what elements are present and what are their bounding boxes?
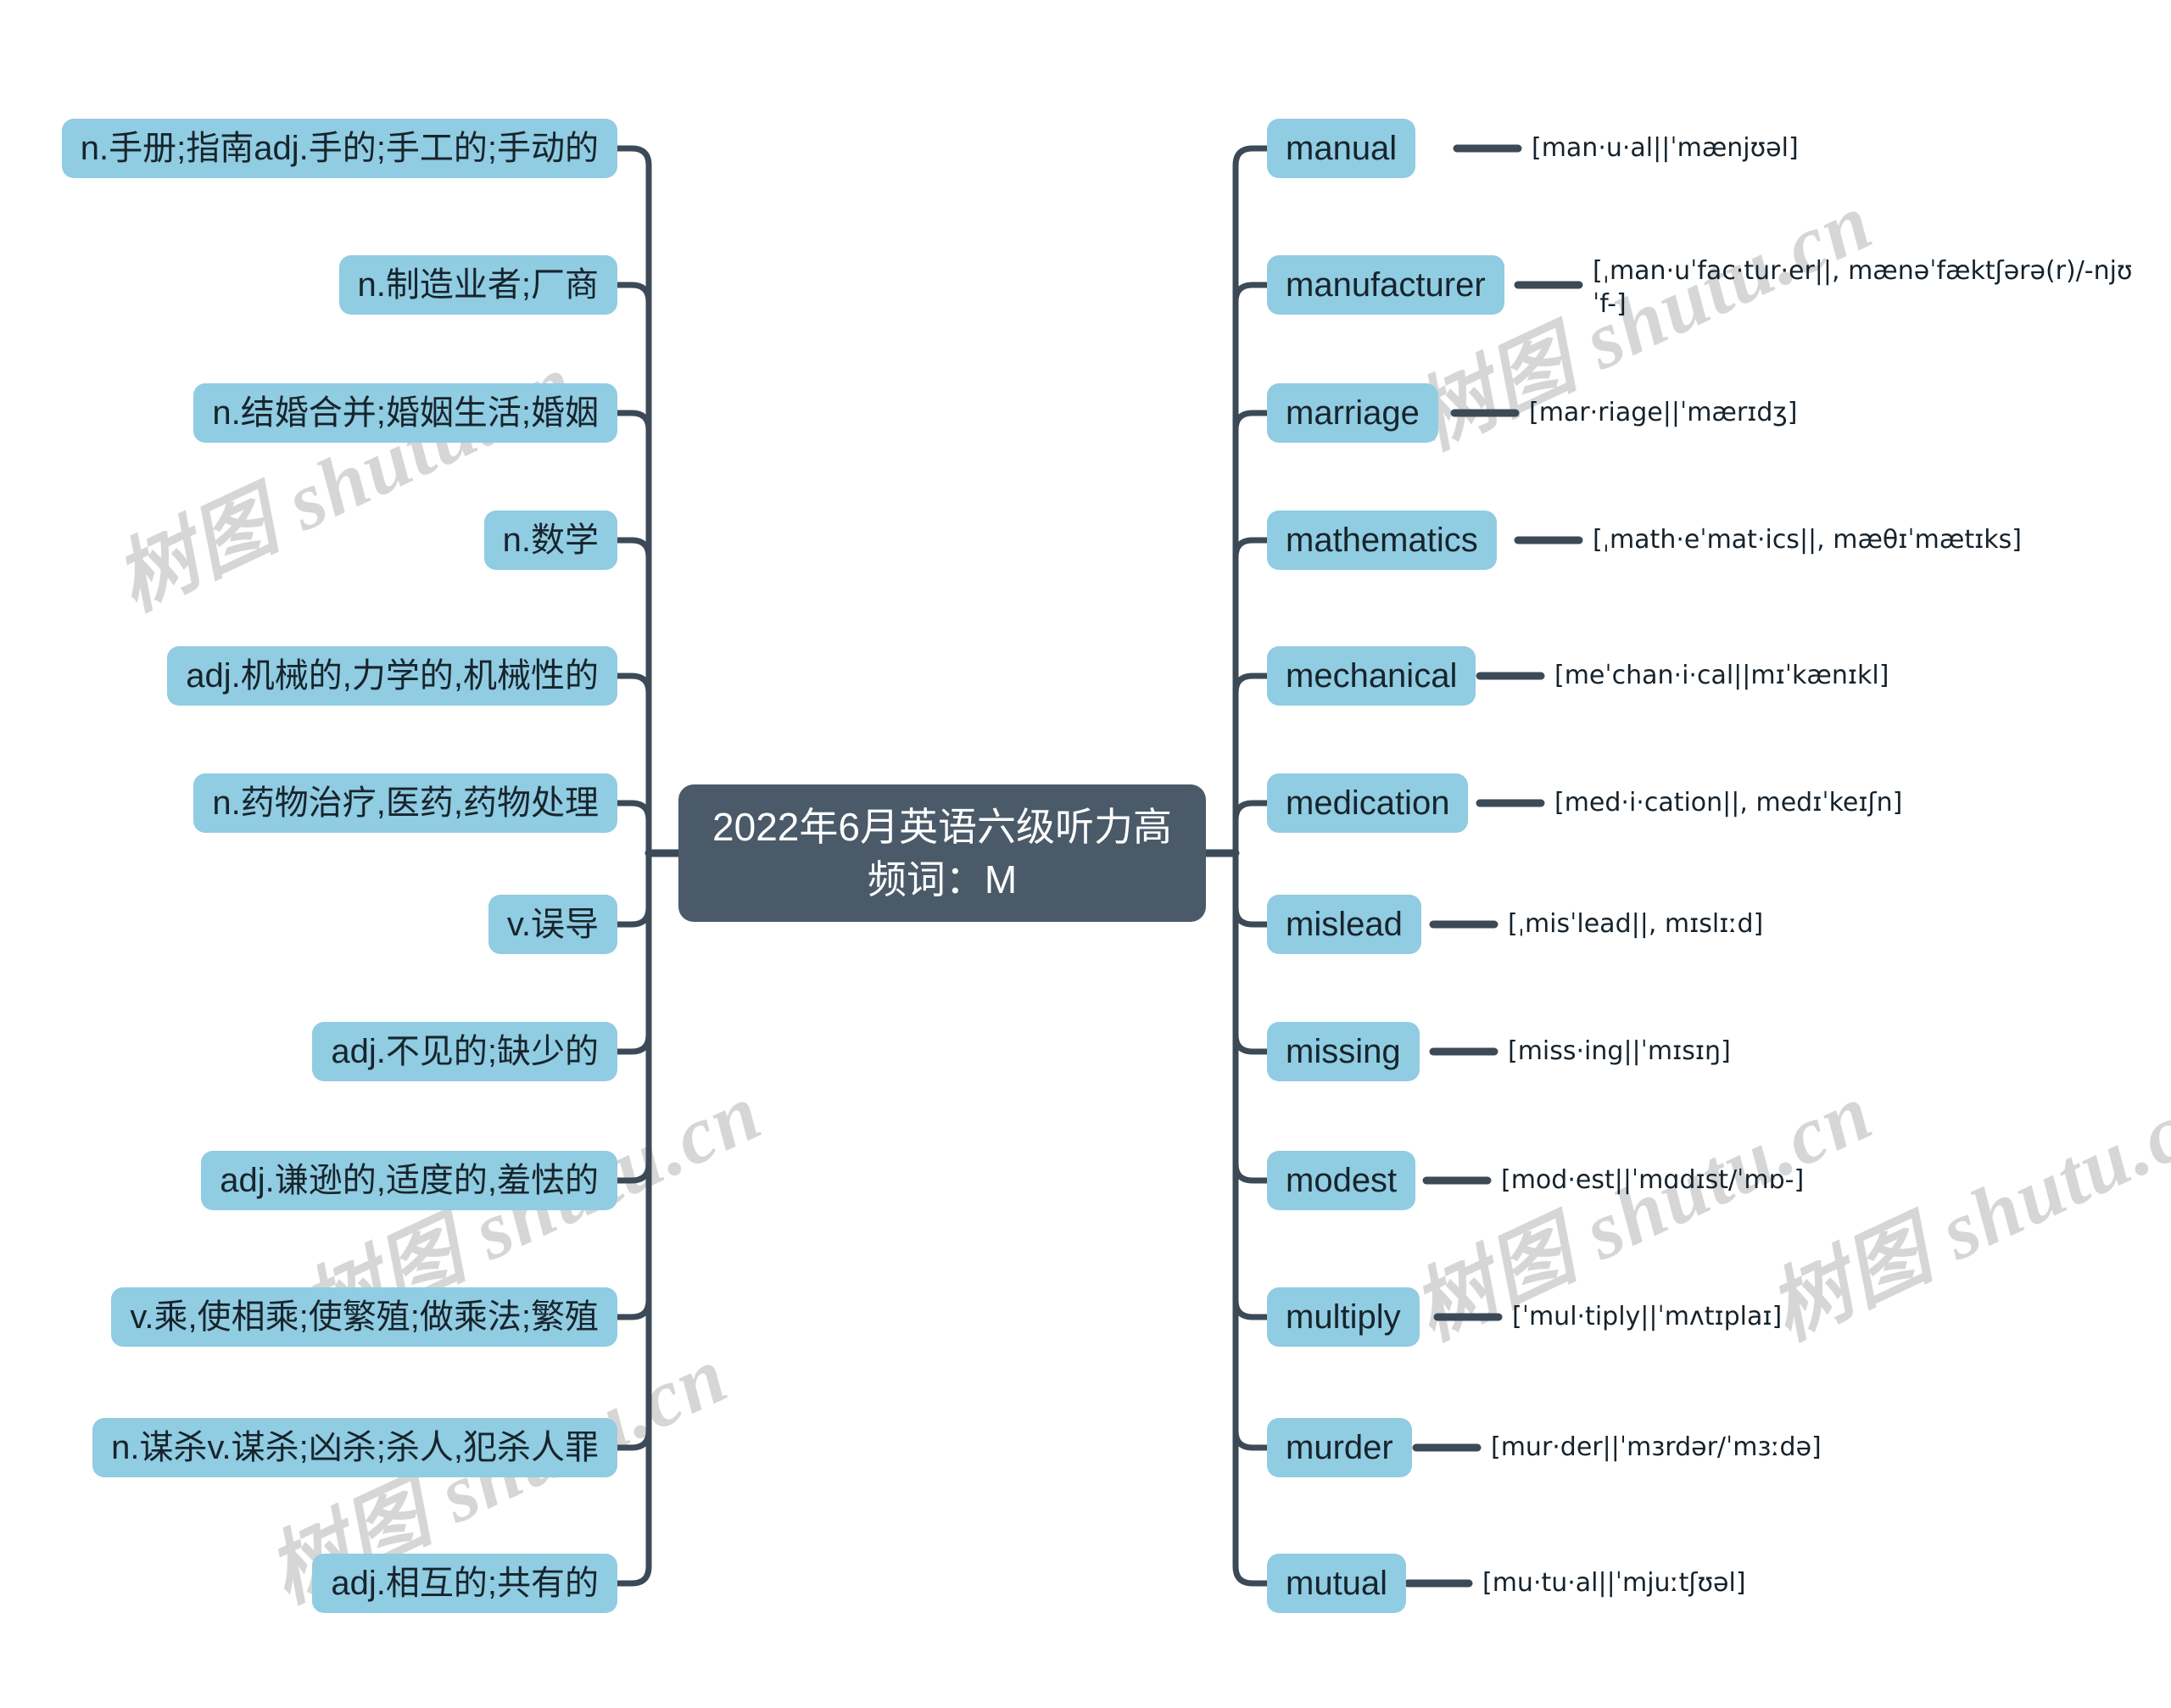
right-link-3 xyxy=(1232,410,1270,857)
phonetic-mechanical: [meˈchan·i·cal||mɪˈkænɪkl] xyxy=(1554,661,1889,690)
definition-node-mathematics[interactable]: n.数学 xyxy=(483,511,617,570)
left-link-1 xyxy=(614,145,652,857)
right-link-7 xyxy=(1232,850,1270,928)
word-node-marriage[interactable]: marriage xyxy=(1267,383,1438,443)
phonetic-stub-group xyxy=(1404,144,1583,1588)
word-text: multiply xyxy=(1286,1298,1401,1336)
word-text: murder xyxy=(1286,1429,1393,1466)
phonetic-marriage: [mar·riage||ˈmærɪdʒ] xyxy=(1529,398,1798,427)
phonetic-multiply: [ˈmul·tiply||ˈmʌtɪplaɪ] xyxy=(1512,1302,1783,1331)
right-link-12 xyxy=(1232,850,1270,1587)
right-link-5 xyxy=(1232,673,1270,857)
phonetic-murder: [mur·der||ˈmɜrdər/ˈmɜːdə] xyxy=(1491,1432,1822,1462)
definition-node-mislead[interactable]: v.误导 xyxy=(488,895,617,954)
definition-text: n.谋杀v.谋杀;凶杀;杀人,犯杀人罪 xyxy=(111,1429,599,1466)
phonetic-manufacturer: [ˌman·uˈfac·tur·er||, mænəˈfæktʃərə(r)/-… xyxy=(1593,256,2133,319)
phonetic-mislead: [ˌmisˈlead||, mɪslɪːd] xyxy=(1508,909,1764,939)
phonetic-manual: [man·u·al||ˈmænjʊəl] xyxy=(1532,133,1799,163)
definition-node-murder[interactable]: n.谋杀v.谋杀;凶杀;杀人,犯杀人罪 xyxy=(92,1418,617,1477)
word-text: mutual xyxy=(1286,1565,1388,1602)
right-link-8 xyxy=(1232,850,1270,1055)
left-link-2 xyxy=(614,282,652,857)
definition-node-medication[interactable]: n.药物治疗,医药,药物处理 xyxy=(193,773,617,833)
left-link-5 xyxy=(614,673,652,857)
left-link-11 xyxy=(614,850,652,1451)
word-text: marriage xyxy=(1286,394,1420,432)
right-link-6 xyxy=(1232,800,1270,857)
definition-text: adj.谦逊的,适度的,羞怯的 xyxy=(220,1162,599,1199)
right-link-1 xyxy=(1232,145,1270,857)
definition-text: adj.不见的;缺少的 xyxy=(331,1033,599,1070)
word-node-modest[interactable]: modest xyxy=(1267,1151,1416,1210)
definition-text: v.乘,使相乘;使繁殖;做乘法;繁殖 xyxy=(130,1298,599,1336)
phonetic-mathematics: [ˌmath·eˈmat·ics||, mæθɪˈmætɪks] xyxy=(1593,525,2022,555)
word-node-mutual[interactable]: mutual xyxy=(1267,1554,1407,1613)
left-branch-group xyxy=(614,145,683,1587)
definition-text: adj.相互的;共有的 xyxy=(331,1565,599,1602)
definition-text: n.手册;指南adj.手的;手工的;手动的 xyxy=(80,130,599,167)
word-node-mathematics[interactable]: mathematics xyxy=(1267,511,1497,570)
definition-node-multiply[interactable]: v.乘,使相乘;使繁殖;做乘法;繁殖 xyxy=(111,1287,617,1347)
definition-text: n.结婚合并;婚姻生活;婚姻 xyxy=(212,394,599,432)
word-node-missing[interactable]: missing xyxy=(1267,1022,1420,1081)
word-text: mathematics xyxy=(1286,522,1478,559)
left-link-3 xyxy=(614,410,652,857)
left-link-7 xyxy=(614,850,652,928)
left-link-6 xyxy=(614,800,652,857)
definition-node-manual[interactable]: n.手册;指南adj.手的;手工的;手动的 xyxy=(61,119,617,178)
word-node-murder[interactable]: murder xyxy=(1267,1418,1412,1477)
left-link-9 xyxy=(614,850,652,1184)
definition-text: n.制造业者;厂商 xyxy=(357,266,599,304)
root-node[interactable]: 2022年6月英语六级听力高频词：M xyxy=(678,784,1206,922)
word-text: manufacturer xyxy=(1286,266,1486,304)
word-node-mislead[interactable]: mislead xyxy=(1267,895,1421,954)
phonetic-modest: [mod·est||ˈmɑdɪst/ˈmɒ-] xyxy=(1501,1165,1805,1195)
left-link-8 xyxy=(614,850,652,1055)
definition-node-marriage[interactable]: n.结婚合并;婚姻生活;婚姻 xyxy=(193,383,617,443)
right-link-11 xyxy=(1232,850,1270,1451)
word-node-mechanical[interactable]: mechanical xyxy=(1267,646,1476,706)
word-node-multiply[interactable]: multiply xyxy=(1267,1287,1420,1347)
word-text: manual xyxy=(1286,130,1398,167)
phonetic-mutual: [mu·tu·al||ˈmjuːtʃʊəl] xyxy=(1482,1568,1746,1598)
definition-node-modest[interactable]: adj.谦逊的,适度的,羞怯的 xyxy=(201,1151,617,1210)
right-link-9 xyxy=(1232,850,1270,1184)
word-text: missing xyxy=(1286,1033,1401,1070)
definition-node-missing[interactable]: adj.不见的;缺少的 xyxy=(312,1022,617,1081)
word-node-manual[interactable]: manual xyxy=(1267,119,1416,178)
definition-node-mechanical[interactable]: adj.机械的,力学的,机械性的 xyxy=(167,646,617,706)
word-text: modest xyxy=(1286,1162,1398,1199)
definition-text: adj.机械的,力学的,机械性的 xyxy=(186,657,599,695)
word-text: mechanical xyxy=(1286,657,1458,695)
phonetic-missing: [miss·ing||ˈmɪsɪŋ] xyxy=(1508,1036,1731,1066)
mindmap-canvas: 树图 shutu.cn 树图 shutu.cn 树图 shutu.cn 树图 s… xyxy=(0,0,2171,1708)
definition-node-mutual[interactable]: adj.相互的;共有的 xyxy=(312,1554,617,1613)
word-node-manufacturer[interactable]: manufacturer xyxy=(1267,255,1504,315)
right-branch-group xyxy=(1202,145,1270,1587)
definition-node-manufacturer[interactable]: n.制造业者;厂商 xyxy=(338,255,617,315)
left-link-12 xyxy=(614,850,652,1587)
root-title: 2022年6月英语六级听力高频词：M xyxy=(712,804,1172,901)
word-text: mislead xyxy=(1286,906,1403,943)
word-text: medication xyxy=(1286,784,1450,822)
definition-text: n.药物治疗,医药,药物处理 xyxy=(212,784,599,822)
right-link-2 xyxy=(1232,282,1270,857)
definition-text: n.数学 xyxy=(502,522,599,559)
word-node-medication[interactable]: medication xyxy=(1267,773,1469,833)
definition-text: v.误导 xyxy=(506,906,599,943)
phonetic-medication: [med·i·cation||, medɪˈkeɪʃn] xyxy=(1554,788,1903,818)
